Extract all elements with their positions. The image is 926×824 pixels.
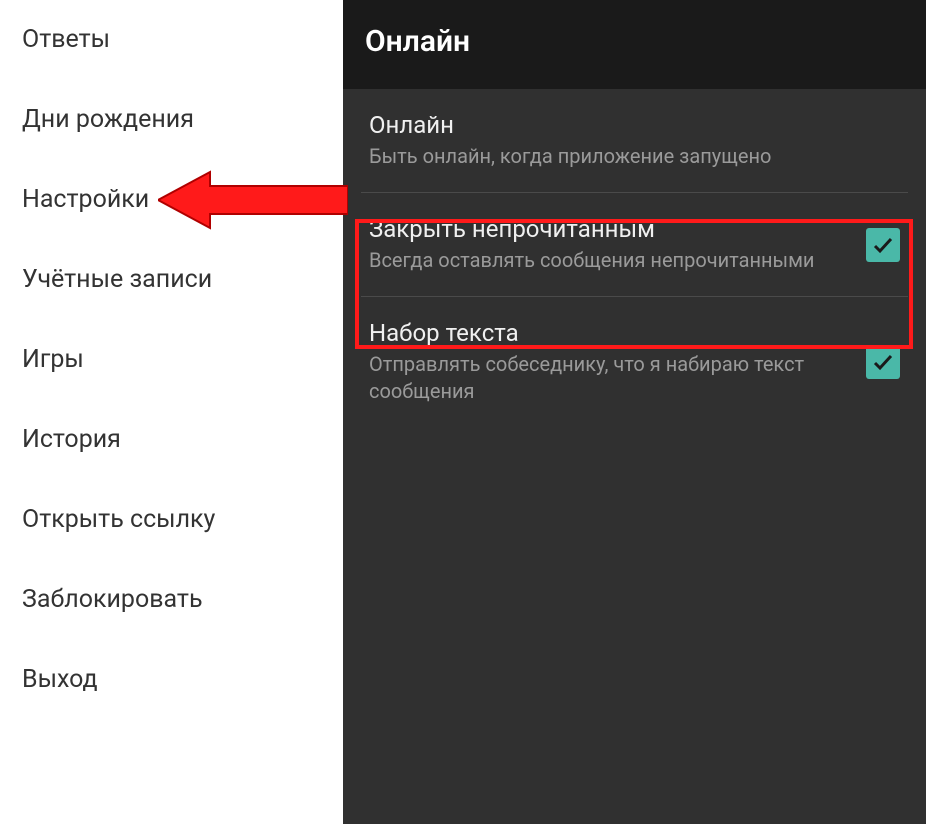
setting-title: Онлайн [369, 111, 888, 139]
setting-text: Набор текста Отправлять собеседнику, что… [369, 319, 866, 405]
sidebar-item-history[interactable]: История [0, 400, 343, 480]
setting-title: Набор текста [369, 319, 854, 347]
sidebar-item-block[interactable]: Заблокировать [0, 560, 343, 640]
setting-typing[interactable]: Набор текста Отправлять собеседнику, что… [361, 297, 908, 427]
sidebar-item-label: Ответы [22, 25, 110, 54]
page-title: Онлайн [365, 24, 904, 59]
sidebar: Ответы Дни рождения Настройки Учётные за… [0, 0, 343, 824]
sidebar-item-label: Игры [22, 345, 84, 374]
checkbox-checked[interactable] [866, 228, 900, 262]
setting-text: Закрыть непрочитанным Всегда оставлять с… [369, 215, 866, 274]
setting-desc: Всегда оставлять сообщения непрочитанным… [369, 247, 854, 274]
setting-title: Закрыть непрочитанным [369, 215, 854, 243]
sidebar-item-accounts[interactable]: Учётные записи [0, 240, 343, 320]
sidebar-item-label: Дни рождения [22, 105, 194, 134]
checkbox-checked[interactable] [866, 345, 900, 379]
setting-text: Онлайн Быть онлайн, когда приложение зап… [369, 111, 900, 170]
check-icon [871, 350, 895, 374]
main-header: Онлайн [343, 0, 926, 89]
setting-desc: Быть онлайн, когда приложение запущено [369, 143, 888, 170]
sidebar-item-label: Учётные записи [22, 265, 212, 294]
sidebar-item-label: Выход [22, 665, 98, 694]
sidebar-item-exit[interactable]: Выход [0, 640, 343, 720]
sidebar-item-open-link[interactable]: Открыть ссылку [0, 480, 343, 560]
main-panel: Онлайн Онлайн Быть онлайн, когда приложе… [343, 0, 926, 824]
sidebar-item-answers[interactable]: Ответы [0, 0, 343, 80]
sidebar-item-games[interactable]: Игры [0, 320, 343, 400]
sidebar-item-label: Заблокировать [22, 585, 203, 614]
sidebar-item-label: Настройки [22, 185, 149, 214]
sidebar-item-label: Открыть ссылку [22, 505, 215, 534]
sidebar-item-birthdays[interactable]: Дни рождения [0, 80, 343, 160]
sidebar-item-settings[interactable]: Настройки [0, 160, 343, 240]
sidebar-item-label: История [22, 425, 121, 454]
setting-desc: Отправлять собеседнику, что я набираю те… [369, 351, 854, 405]
settings-list: Онлайн Быть онлайн, когда приложение зап… [343, 89, 926, 427]
setting-close-unread[interactable]: Закрыть непрочитанным Всегда оставлять с… [361, 193, 908, 297]
check-icon [871, 233, 895, 257]
setting-online[interactable]: Онлайн Быть онлайн, когда приложение зап… [361, 89, 908, 193]
